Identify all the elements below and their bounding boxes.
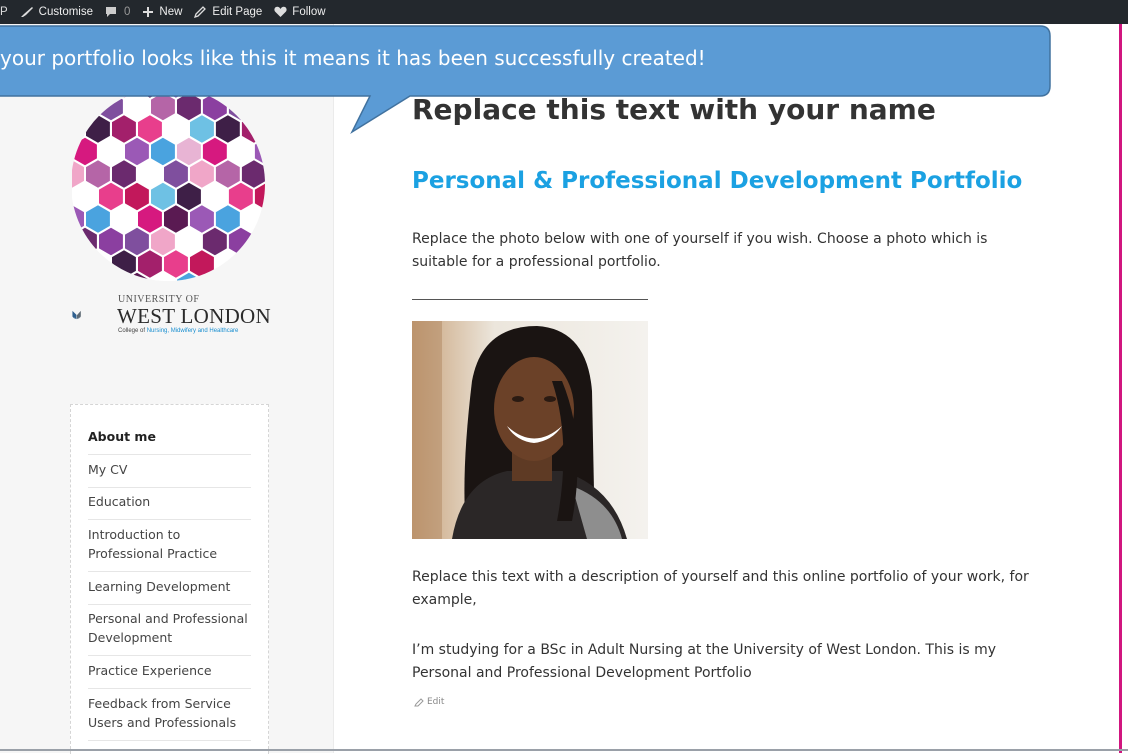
- pink-border: [1119, 24, 1122, 753]
- edit-link[interactable]: Edit: [414, 697, 444, 707]
- sidebar-item-education[interactable]: Education: [88, 492, 251, 520]
- new-link[interactable]: New: [142, 6, 182, 18]
- logo-hexagon: [228, 272, 253, 281]
- college-highlight: Nursing, Midwifery and Healthcare: [146, 328, 239, 334]
- intro-paragraph: Replace the photo below with one of your…: [412, 231, 988, 270]
- sidebar-item-learning-development[interactable]: Learning Development: [88, 577, 251, 605]
- sidebar-item-introduction-to-professional-practice[interactable]: Introduction to Professional Practice: [88, 525, 251, 572]
- edit-page-link[interactable]: Edit Page: [194, 6, 262, 18]
- logo-hexagon: [254, 272, 265, 281]
- bottom-border: [0, 749, 1128, 751]
- divider: [412, 299, 648, 300]
- sidebar-item-about-me[interactable]: About me: [88, 427, 251, 455]
- sidebar-item-practice-experience[interactable]: Practice Experience: [88, 661, 251, 689]
- sidebar-item-personal-and-professional-development[interactable]: Personal and Professional Development: [88, 609, 251, 656]
- logo-hexagon: [254, 227, 265, 256]
- right-edge: [1122, 24, 1128, 753]
- logo-hexagon: [99, 272, 123, 281]
- university-logo-mark: [72, 310, 81, 320]
- edit-page-label: Edit Page: [212, 6, 263, 18]
- comment-count: 0: [124, 6, 131, 18]
- profile-photo[interactable]: [412, 321, 648, 539]
- follow-label: Follow: [292, 6, 326, 18]
- description-paragraph: Replace this text with a description of …: [412, 569, 1029, 608]
- brush-icon: [20, 7, 33, 17]
- logo-hexagon: [72, 250, 84, 278]
- logo-hexagon: [241, 250, 265, 278]
- plus-icon: [143, 7, 154, 17]
- heart-icon: [274, 6, 287, 17]
- college-prefix: College of: [118, 328, 147, 334]
- comment-icon: [106, 7, 116, 17]
- customise-link[interactable]: Customise: [20, 6, 93, 18]
- pencil-icon: [414, 697, 424, 706]
- customise-label: Customise: [38, 6, 93, 18]
- callout-shape: [0, 25, 1051, 135]
- follow-link[interactable]: Follow: [274, 6, 326, 18]
- new-label: New: [159, 6, 183, 18]
- edit-label: Edit: [427, 697, 445, 707]
- comments-link[interactable]: 0: [105, 6, 130, 18]
- callout-text: your portfolio looks like this it means …: [0, 46, 706, 70]
- logo-hexagon: [73, 272, 97, 281]
- pencil-icon: [194, 6, 207, 18]
- study-paragraph: I’m studying for a BSc in Adult Nursing …: [412, 642, 997, 681]
- sidebar-item-feedback-from-service-users[interactable]: Feedback from Service Users and Professi…: [88, 694, 251, 741]
- college-text: College of Nursing, Midwifery and Health…: [118, 328, 238, 334]
- logo-hexagon: [202, 272, 227, 281]
- sidebar-item-my-cv[interactable]: My CV: [88, 460, 251, 488]
- admin-bar: P Customise 0 New Edit Page Follow: [0, 0, 1128, 24]
- sidebar-menu: About me My CV Education Introduction to…: [70, 404, 269, 754]
- admin-bar-wp-fragment[interactable]: P: [0, 6, 8, 18]
- page-subtitle: Personal & Professional Development Port…: [412, 168, 1023, 194]
- west-london-text: WEST LONDON: [117, 304, 271, 328]
